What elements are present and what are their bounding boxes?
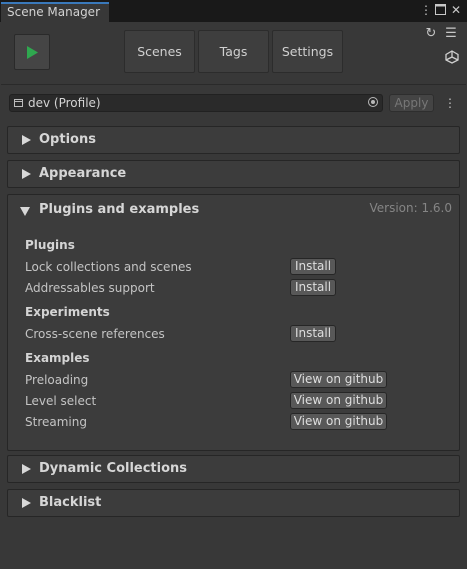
play-button[interactable] (14, 34, 50, 70)
profile-field[interactable]: dev (Profile) (9, 94, 383, 112)
tab-tags[interactable]: Tags (198, 30, 269, 73)
section-title[interactable]: Plugins and examples (39, 202, 199, 218)
expand-arrow-icon (22, 498, 31, 508)
view-on-github-button[interactable]: View on github (290, 392, 387, 409)
kebab-menu-icon[interactable]: ⋮ (444, 96, 456, 110)
unity-logo-icon[interactable] (444, 50, 460, 68)
section-dynamic-collections[interactable]: Dynamic Collections (7, 455, 460, 483)
hamburger-menu-icon[interactable]: ☰ (444, 27, 458, 41)
refresh-icon[interactable]: ↻ (424, 27, 438, 41)
maximize-icon[interactable] (434, 4, 446, 16)
window-tab-scene-manager[interactable]: Scene Manager (1, 2, 109, 22)
collapse-arrow-icon[interactable] (20, 207, 30, 216)
tab-settings[interactable]: Settings (272, 30, 343, 73)
play-icon (27, 46, 38, 59)
group-header-plugins: Plugins (25, 238, 75, 252)
install-button[interactable]: Install (290, 279, 336, 296)
expand-arrow-icon (22, 169, 31, 179)
scene-asset-icon (14, 99, 23, 107)
section-plugins-and-examples: Plugins and examples Version: 1.6.0 Plug… (7, 194, 460, 451)
section-title: Appearance (39, 166, 127, 181)
window-tab-strip: Scene Manager ⋮ ✕ (0, 0, 467, 22)
section-blacklist[interactable]: Blacklist (7, 489, 460, 517)
list-item-level-select: Level select (25, 394, 97, 408)
section-options[interactable]: Options (7, 126, 460, 154)
view-on-github-button[interactable]: View on github (290, 413, 387, 430)
list-item-addressables: Addressables support (25, 281, 155, 295)
view-on-github-button[interactable]: View on github (290, 371, 387, 388)
object-picker-icon[interactable] (368, 97, 378, 107)
expand-arrow-icon (22, 464, 31, 474)
scene-manager-window: Scenes Tags Settings ↻ ☰ dev (Profile) A… (1, 22, 466, 569)
expand-arrow-icon (22, 135, 31, 145)
group-header-examples: Examples (25, 351, 90, 365)
profile-value: dev (Profile) (28, 96, 101, 110)
install-button[interactable]: Install (290, 325, 336, 342)
version-label: Version: 1.6.0 (369, 201, 452, 215)
apply-button[interactable]: Apply (389, 94, 434, 112)
close-icon[interactable]: ✕ (450, 4, 462, 16)
list-item-cross-scene: Cross-scene references (25, 327, 165, 341)
tab-scenes[interactable]: Scenes (124, 30, 195, 73)
list-item-streaming: Streaming (25, 415, 87, 429)
section-title: Blacklist (39, 495, 102, 510)
more-vert-icon[interactable]: ⋮ (420, 4, 432, 16)
section-title: Dynamic Collections (39, 461, 188, 476)
section-title: Options (39, 132, 96, 147)
list-item-preloading: Preloading (25, 373, 89, 387)
toolbar-divider (1, 84, 466, 85)
section-appearance[interactable]: Appearance (7, 160, 460, 188)
group-header-experiments: Experiments (25, 305, 110, 319)
list-item-lock-collections: Lock collections and scenes (25, 260, 192, 274)
install-button[interactable]: Install (290, 258, 336, 275)
